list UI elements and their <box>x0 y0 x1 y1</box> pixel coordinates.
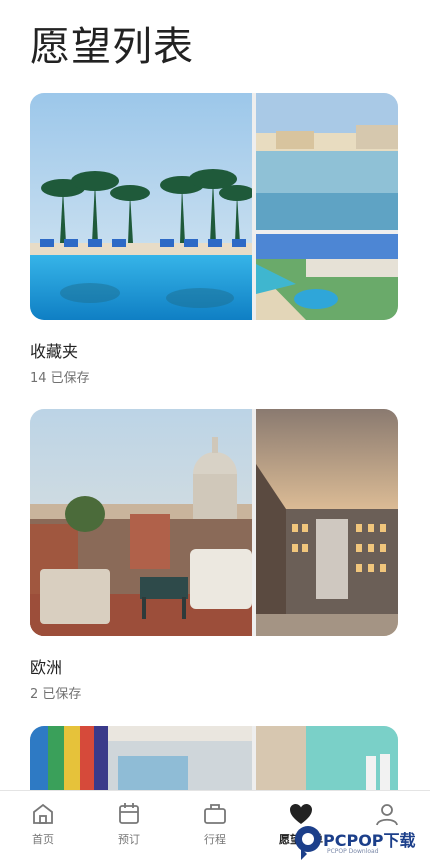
watermark-subtext: PCPOP Download <box>327 848 379 855</box>
page-title: 愿望列表 <box>30 24 194 70</box>
wishlist-mosaic[interactable] <box>30 726 398 796</box>
photo-aerial-resort <box>256 234 398 320</box>
wishlist-card-favorites[interactable]: 收藏夹 14 已保存 <box>30 93 398 386</box>
photo-beach-resort <box>256 93 398 230</box>
photo-pool-palms <box>30 93 252 320</box>
photo-turquoise-room <box>256 726 398 796</box>
wishlist-mosaic[interactable] <box>30 93 398 320</box>
photo-venice-terrace <box>30 409 252 636</box>
home-icon <box>33 803 53 824</box>
wishlist-card-partial[interactable] <box>30 726 398 796</box>
tab-label: 首页 <box>32 833 54 846</box>
wishlist-mosaic[interactable] <box>30 409 398 636</box>
collection-title: 欧洲 <box>30 658 63 677</box>
tab-label: 预订 <box>118 833 140 846</box>
watermark: PCPOP下载 PCPOP Download <box>293 822 430 863</box>
wishlist-card-europe[interactable]: 欧洲 2 已保存 <box>30 409 398 702</box>
tab-label: 行程 <box>204 833 226 846</box>
tab-trips[interactable]: 行程 <box>172 791 258 863</box>
calendar-icon <box>119 803 139 824</box>
tab-home[interactable]: 首页 <box>0 791 86 863</box>
collection-title: 收藏夹 <box>30 342 79 361</box>
suitcase-icon <box>204 804 226 824</box>
collection-saved-count: 2 已保存 <box>30 687 82 702</box>
collection-saved-count: 14 已保存 <box>30 371 90 386</box>
tab-bookings[interactable]: 预订 <box>86 791 172 863</box>
photo-hotel-facade-dusk <box>256 409 398 636</box>
watermark-logo-icon <box>295 826 321 860</box>
photo-colorful-room <box>30 726 252 796</box>
